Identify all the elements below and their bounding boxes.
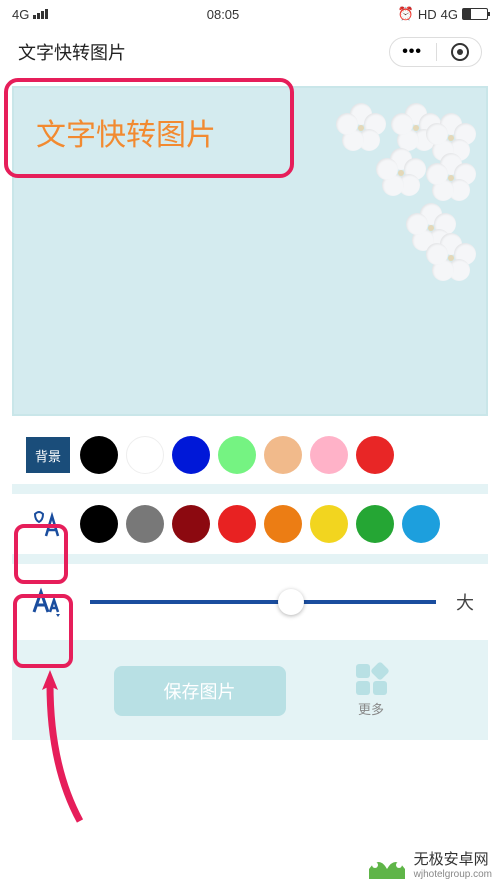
- more-label: 更多: [358, 699, 384, 718]
- action-row: 保存图片 更多: [12, 650, 488, 740]
- app-header: 文字快转图片 •••: [0, 28, 500, 76]
- font-size-row: 大: [12, 564, 488, 640]
- network-label: 4G: [12, 7, 29, 22]
- more-button[interactable]: 更多: [356, 664, 387, 718]
- save-image-button[interactable]: 保存图片: [114, 666, 286, 716]
- watermark-title: 无极安卓网: [414, 852, 492, 869]
- slider-thumb[interactable]: [278, 589, 304, 615]
- bg-swatches: [80, 436, 394, 474]
- alarm-icon: ⏰: [398, 6, 414, 22]
- bg-swatch-white[interactable]: [126, 436, 164, 474]
- close-button[interactable]: [451, 43, 469, 61]
- bg-swatch-tan[interactable]: [264, 436, 302, 474]
- watermark: 无极安卓网 wjhotelgroup.com: [365, 849, 492, 883]
- font-size-icon: [30, 586, 66, 618]
- font-size-slider[interactable]: [90, 600, 436, 604]
- text-color-row: [12, 494, 488, 554]
- bg-swatch-green[interactable]: [218, 436, 256, 474]
- background-label: 背景: [26, 437, 70, 473]
- bg-swatch-pink[interactable]: [310, 436, 348, 474]
- text-swatch-blue[interactable]: [402, 505, 440, 543]
- mini-program-controls: •••: [389, 37, 482, 67]
- text-swatch-yellow[interactable]: [310, 505, 348, 543]
- font-size-button[interactable]: [26, 582, 70, 622]
- size-label: 大: [456, 589, 474, 615]
- bg-swatch-red[interactable]: [356, 436, 394, 474]
- text-swatch-red[interactable]: [218, 505, 256, 543]
- text-swatches: [80, 505, 440, 543]
- network2-label: 4G: [441, 7, 458, 22]
- watermark-url: wjhotelgroup.com: [414, 869, 492, 880]
- image-canvas[interactable]: 文字快转图片: [12, 86, 488, 416]
- hd-label: HD: [418, 7, 437, 22]
- text-swatch-orange[interactable]: [264, 505, 302, 543]
- text-swatch-green[interactable]: [356, 505, 394, 543]
- status-bar: 4G 08:05 ⏰ HD 4G: [0, 0, 500, 28]
- bg-swatch-black[interactable]: [80, 436, 118, 474]
- text-color-icon: [30, 508, 66, 540]
- text-swatch-gray[interactable]: [126, 505, 164, 543]
- text-color-button[interactable]: [26, 504, 70, 544]
- controls-panel: 背景: [12, 426, 488, 740]
- bg-swatch-blue[interactable]: [172, 436, 210, 474]
- clock: 08:05: [207, 7, 240, 22]
- battery-icon: [462, 8, 488, 20]
- text-swatch-darkred[interactable]: [172, 505, 210, 543]
- more-menu-button[interactable]: •••: [402, 43, 422, 61]
- flower-decoration: [306, 98, 476, 288]
- text-swatch-black[interactable]: [80, 505, 118, 543]
- watermark-logo-icon: [365, 849, 409, 883]
- page-title: 文字快转图片: [18, 39, 126, 65]
- more-icon: [356, 664, 387, 695]
- signal-icon: [33, 9, 48, 19]
- background-color-row: 背景: [12, 426, 488, 484]
